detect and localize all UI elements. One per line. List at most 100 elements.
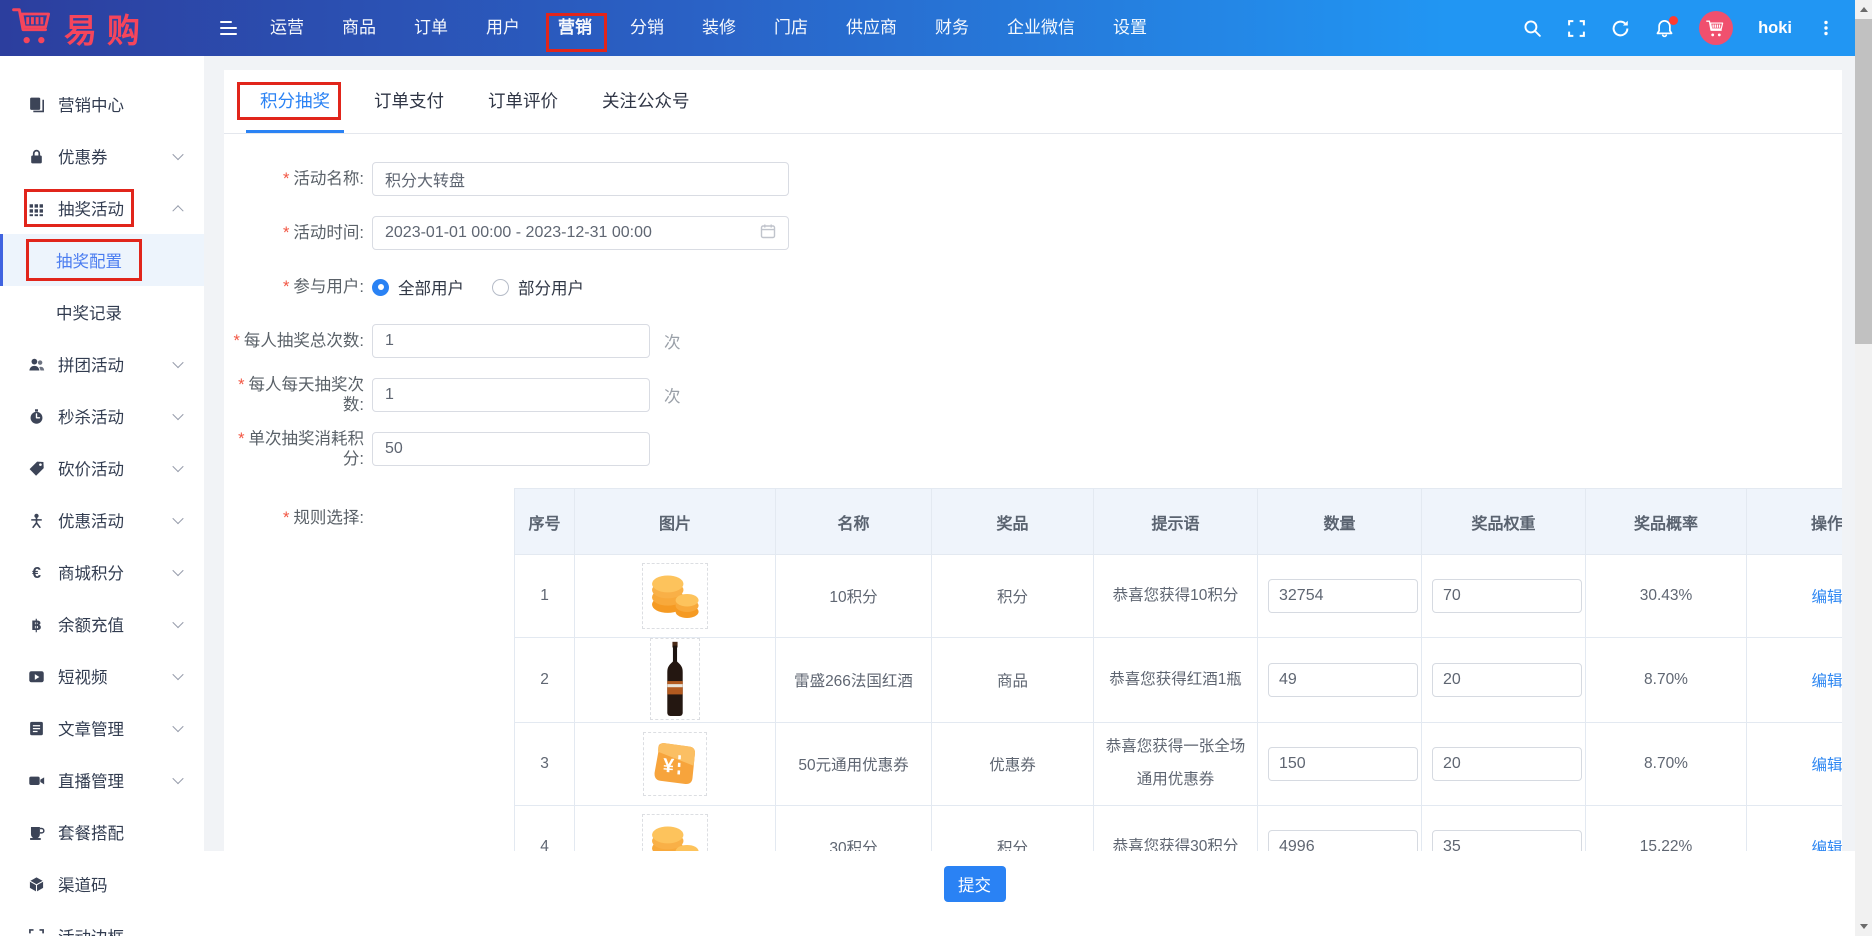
sidebar-item-label: 活动边框 xyxy=(58,924,124,936)
chevron-down-icon xyxy=(172,617,183,628)
edit-link[interactable]: 编辑 xyxy=(1811,757,1842,774)
cell-name: 10积分 xyxy=(776,555,932,638)
nav-item-stores[interactable]: 门店 xyxy=(755,0,827,56)
cell-name: 雷盛266法国红酒 xyxy=(776,638,932,723)
daily-draws-input[interactable]: 1 xyxy=(372,378,650,412)
tab-order-review[interactable]: 订单评价 xyxy=(474,70,572,133)
sidebar-item-mall-points[interactable]: €商城积分 xyxy=(0,546,204,598)
edit-link[interactable]: 编辑 xyxy=(1811,589,1842,606)
quantity-input[interactable]: 49 xyxy=(1268,663,1418,697)
activity-name-input[interactable]: 积分大转盘 xyxy=(372,162,789,196)
nav-item-orders[interactable]: 订单 xyxy=(395,0,467,56)
sidebar-item-channel-code[interactable]: 渠道码 xyxy=(0,858,204,910)
points-per-draw-input[interactable]: 50 xyxy=(372,432,650,466)
quantity-input[interactable]: 4996 xyxy=(1268,830,1418,851)
form-row-activity-time: *活动时间:2023-01-01 00:00 - 2023-12-31 00:0… xyxy=(224,206,1842,260)
required-asterisk: * xyxy=(238,376,244,394)
chevron-down-icon xyxy=(172,513,183,524)
required-asterisk: * xyxy=(233,332,239,350)
input-value: 积分大转盘 xyxy=(385,167,465,191)
username[interactable]: hoki xyxy=(1758,19,1792,38)
sidebar-item-content: €商城积分 xyxy=(27,560,124,584)
cell-weight: 20 xyxy=(1422,638,1586,723)
weight-input[interactable]: 20 xyxy=(1432,747,1582,781)
edit-link[interactable]: 编辑 xyxy=(1811,673,1842,690)
sidebar-item-marketing-center[interactable]: 营销中心 xyxy=(0,78,204,130)
sidebar-item-activity-frame[interactable]: 活动边框 xyxy=(0,910,204,936)
scrollbar-up-arrow[interactable] xyxy=(1855,1,1872,18)
more-menu-icon[interactable] xyxy=(1817,19,1835,37)
sidebar-item-bargain[interactable]: 砍价活动 xyxy=(0,442,204,494)
edit-link[interactable]: 编辑 xyxy=(1811,840,1842,851)
tag-icon xyxy=(27,460,45,477)
sidebar-item-live[interactable]: 直播管理 xyxy=(0,754,204,806)
fullscreen-icon[interactable] xyxy=(1567,19,1586,38)
nav-item-decoration[interactable]: 装修 xyxy=(683,0,755,56)
sidebar-item-label: 砍价活动 xyxy=(58,456,124,480)
sidebar-item-promo[interactable]: 优惠活动 xyxy=(0,494,204,546)
scrollbar-down-arrow[interactable] xyxy=(1855,918,1872,935)
column-header-0: 序号 xyxy=(515,489,575,555)
page-scrollbar[interactable] xyxy=(1855,0,1872,936)
weight-input[interactable]: 20 xyxy=(1432,663,1582,697)
cell-quantity: 4996 xyxy=(1258,806,1422,852)
sidebar-item-content: 营销中心 xyxy=(27,92,124,116)
sidebar-item-articles[interactable]: 文章管理 xyxy=(0,702,204,754)
sidebar-item-balance-recharge[interactable]: ฿余额充值 xyxy=(0,598,204,650)
sidebar-item-winning-records[interactable]: 中奖记录 xyxy=(0,286,204,338)
form-row-total-draws: *每人抽奖总次数:1次 xyxy=(224,314,1842,368)
nav-item-operations[interactable]: 运营 xyxy=(251,0,323,56)
cell-action: 编辑 xyxy=(1747,806,1843,852)
nav-item-settings[interactable]: 设置 xyxy=(1094,0,1166,56)
total-draws-input[interactable]: 1 xyxy=(372,324,650,358)
scrollbar-thumb[interactable] xyxy=(1855,19,1872,344)
column-header-1: 图片 xyxy=(575,489,776,555)
sidebar-item-coupons[interactable]: 优惠券 xyxy=(0,130,204,182)
cell-quantity: 150 xyxy=(1258,723,1422,806)
nav-item-finance[interactable]: 财务 xyxy=(916,0,988,56)
required-asterisk: * xyxy=(283,224,289,242)
weight-input[interactable]: 70 xyxy=(1432,579,1582,613)
top-menu: 运营商品订单用户营销分销装修门店供应商财务企业微信设置 xyxy=(251,0,1166,56)
notification-badge xyxy=(1669,16,1678,25)
tab-order-pay[interactable]: 订单支付 xyxy=(360,70,458,133)
notifications-bell-icon[interactable] xyxy=(1655,19,1674,38)
sidebar-item-lottery[interactable]: 抽奖活动 xyxy=(0,182,204,234)
top-navbar: 易购 运营商品订单用户营销分销装修门店供应商财务企业微信设置 hoki xyxy=(0,0,1855,56)
submit-button[interactable]: 提交 xyxy=(944,866,1006,902)
nav-item-users[interactable]: 用户 xyxy=(467,0,539,56)
nav-item-wecom[interactable]: 企业微信 xyxy=(988,0,1094,56)
sidebar-item-flash-sale[interactable]: 秒杀活动 xyxy=(0,390,204,442)
sidebar-collapse-icon[interactable] xyxy=(220,21,237,36)
cell-index: 1 xyxy=(515,555,575,638)
sidebar-item-label: 渠道码 xyxy=(58,872,108,896)
radio-partial-users[interactable]: 部分用户 xyxy=(492,275,584,299)
quantity-input[interactable]: 150 xyxy=(1268,747,1418,781)
sidebar-item-content: 优惠活动 xyxy=(27,508,124,532)
header-row: 序号图片名称奖品提示语数量奖品权重奖品概率操作 xyxy=(515,489,1843,555)
video-icon xyxy=(27,668,45,685)
tab-follow-official[interactable]: 关注公众号 xyxy=(588,70,704,133)
radio-label: 部分用户 xyxy=(518,275,584,299)
nav-item-marketing[interactable]: 营销 xyxy=(539,0,611,56)
logo[interactable]: 易购 xyxy=(0,4,204,52)
refresh-icon[interactable] xyxy=(1611,19,1630,38)
sidebar-item-content: 秒杀活动 xyxy=(27,404,124,428)
activity-time-input[interactable]: 2023-01-01 00:00 - 2023-12-31 00:00 xyxy=(372,216,789,250)
tab-points-lottery[interactable]: 积分抽奖 xyxy=(246,70,344,133)
nav-item-suppliers[interactable]: 供应商 xyxy=(827,0,916,56)
avatar[interactable] xyxy=(1699,11,1733,45)
nav-item-products[interactable]: 商品 xyxy=(323,0,395,56)
search-icon[interactable] xyxy=(1523,19,1542,38)
sidebar-item-combo[interactable]: 套餐搭配 xyxy=(0,806,204,858)
sidebar-item-group-buy[interactable]: 拼团活动 xyxy=(0,338,204,390)
nav-item-distribution[interactable]: 分销 xyxy=(611,0,683,56)
quantity-input[interactable]: 32754 xyxy=(1268,579,1418,613)
sidebar-item-lottery-config[interactable]: 抽奖配置 xyxy=(0,234,204,286)
sidebar-item-short-video[interactable]: 短视频 xyxy=(0,650,204,702)
radio-all-users[interactable]: 全部用户 xyxy=(372,275,464,299)
radio-unselected-icon xyxy=(492,279,509,296)
cell-probability: 30.43% xyxy=(1586,555,1747,638)
weight-input[interactable]: 35 xyxy=(1432,830,1582,851)
cube-icon xyxy=(27,876,45,893)
